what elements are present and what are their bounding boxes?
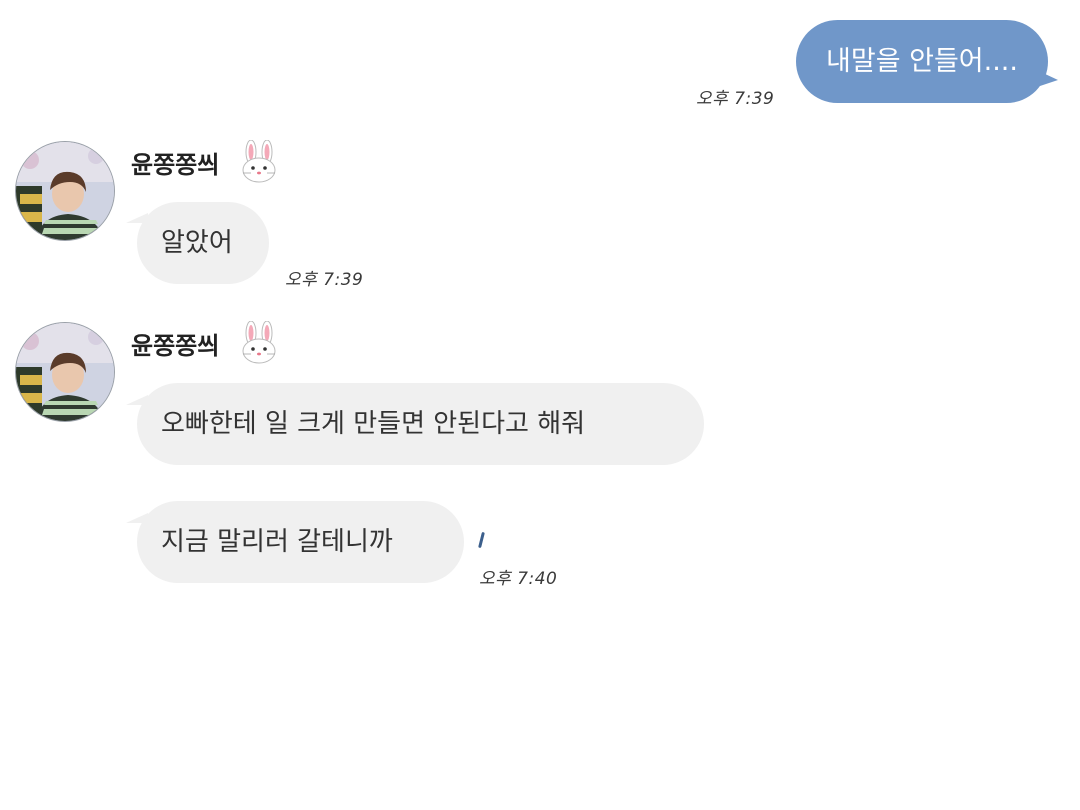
message-bubble[interactable]: 지금 말리러 갈테니까	[137, 501, 464, 583]
message-timestamp: 오후 7:39	[285, 270, 364, 290]
rabbit-face-icon	[242, 321, 276, 364]
avatar[interactable]	[15, 322, 115, 422]
sender-name: 윤쫑쫑씌	[131, 332, 220, 360]
outgoing-timestamp: 오후 7:39	[696, 89, 775, 109]
stray-mark	[478, 531, 485, 549]
avatar[interactable]	[15, 141, 115, 241]
avatar-photo-icon	[16, 142, 114, 240]
message-timestamp: 오후 7:40	[479, 569, 558, 589]
rabbit-face-icon	[242, 140, 276, 183]
message-bubble[interactable]: 알았어	[137, 202, 269, 284]
avatar-photo-icon	[16, 323, 114, 421]
sender-name: 윤쫑쫑씌	[131, 151, 220, 179]
outgoing-bubble[interactable]: 내말을 안들어....	[796, 20, 1048, 103]
message-bubble[interactable]: 오빠한테 일 크게 만들면 안된다고 해줘	[137, 383, 704, 465]
